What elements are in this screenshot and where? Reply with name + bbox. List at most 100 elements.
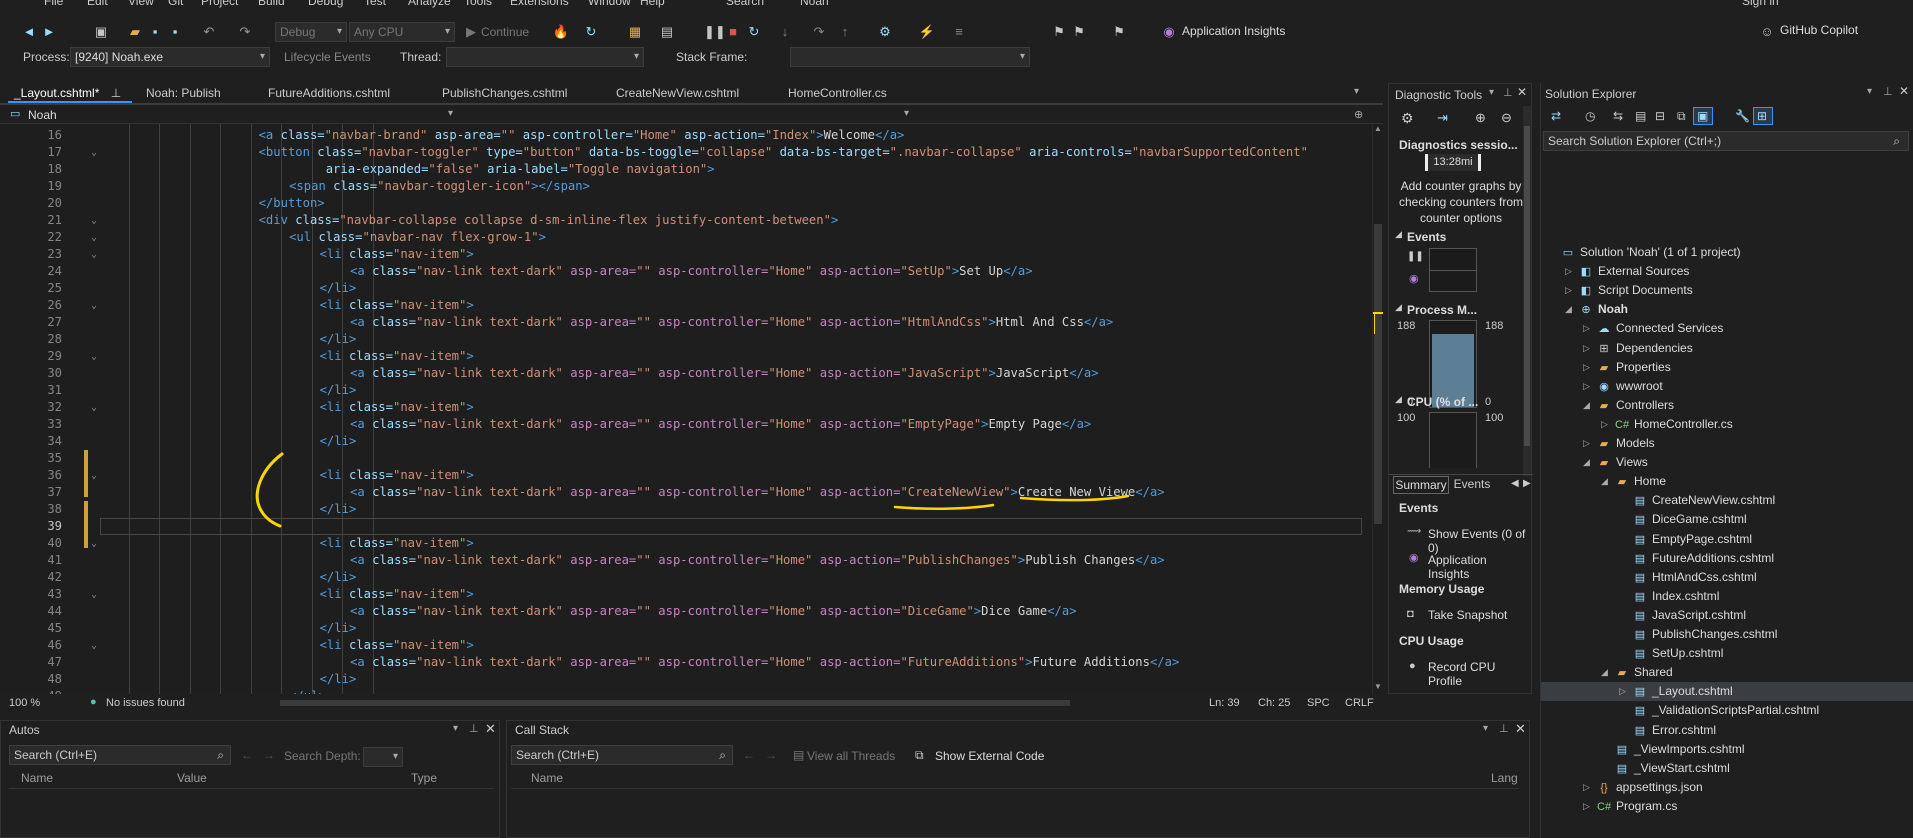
step-into-icon[interactable]: ↓ <box>776 23 794 41</box>
scroll-up-icon[interactable]: ▲ <box>1374 124 1382 133</box>
step-out-icon[interactable]: ↑ <box>836 23 854 41</box>
expand-chevron-icon[interactable]: ▷ <box>1583 778 1590 797</box>
refresh-icon[interactable]: ↻ <box>582 23 600 41</box>
callstack-back-icon[interactable]: ← <box>743 748 755 762</box>
menu-tools[interactable]: Tools <box>464 0 492 8</box>
tab-scroll-right-icon[interactable]: ▶ <box>1523 478 1531 489</box>
tab-1[interactable]: Noah: Publish <box>140 83 260 103</box>
format-icon[interactable]: ≡ <box>950 23 968 41</box>
se-filter-icon[interactable]: ⊞ <box>1757 109 1767 123</box>
split-editor-icon[interactable]: ⊕ <box>1354 108 1363 121</box>
expand-chevron-icon[interactable]: ▷ <box>1583 339 1590 358</box>
platform-select[interactable]: Any CPU <box>349 22 455 42</box>
collapse-chevron-icon[interactable]: ◢ <box>1601 472 1608 491</box>
menu-help[interactable]: Help <box>640 0 665 8</box>
show-external-code-button[interactable]: Show External Code <box>935 749 1044 763</box>
tree-item[interactable]: ▰ Home <box>1615 472 1666 491</box>
callstack-search-input[interactable]: Search (Ctrl+E) ⌕ <box>511 745 733 765</box>
diag-dropdown-icon[interactable]: ▾ <box>1489 87 1494 98</box>
tree-item[interactable]: ▤ JavaScript.cshtml <box>1633 606 1746 625</box>
col-lang[interactable]: Lang <box>1491 771 1518 785</box>
save-all-icon[interactable]: ▪ <box>166 23 184 41</box>
tree-item[interactable]: C# Program.cs <box>1597 797 1677 816</box>
line-indicator[interactable]: Ln: 39 <box>1209 697 1240 709</box>
tree-item[interactable]: ▰ Properties <box>1597 358 1671 377</box>
select-tools-icon[interactable]: ⇥ <box>1437 110 1448 126</box>
se-pin-icon[interactable]: ⊥ <box>1883 85 1893 98</box>
menu-build[interactable]: Build <box>258 0 285 8</box>
menu-edit[interactable]: Edit <box>87 0 108 8</box>
menu-extensions[interactable]: Extensions <box>510 0 569 8</box>
tree-item[interactable]: ▤ Index.cshtml <box>1633 587 1720 606</box>
record-cpu-profile-button[interactable]: Record CPU Profile <box>1428 660 1531 688</box>
se-sync-icon[interactable]: ⇆ <box>1613 109 1623 123</box>
se-refresh-icon[interactable]: ▤ <box>1635 109 1646 123</box>
expand-chevron-icon[interactable]: ▷ <box>1565 281 1572 300</box>
expand-chevron-icon[interactable]: ▷ <box>1583 797 1590 816</box>
se-history-icon[interactable]: ◷ <box>1585 109 1595 123</box>
lifecycle-events-label[interactable]: Lifecycle Events <box>284 50 371 64</box>
menu-view[interactable]: View <box>128 0 154 8</box>
redo-icon[interactable]: ↷ <box>236 23 254 41</box>
collapse-chevron-icon[interactable]: ◢ <box>1601 663 1608 682</box>
code-map-icon[interactable]: ⚡ <box>918 23 936 41</box>
tree-item[interactable]: ▤ FutureAdditions.cshtml <box>1633 549 1774 568</box>
se-show-all-icon[interactable]: ⧉ <box>1677 109 1686 124</box>
save-icon[interactable]: ▪ <box>146 23 164 41</box>
tree-item[interactable]: {} appsettings.json <box>1597 778 1702 797</box>
diag-close-icon[interactable]: ✕ <box>1517 85 1527 99</box>
tree-item[interactable]: ▤ _Layout.cshtml <box>1633 682 1733 701</box>
expand-chevron-icon[interactable]: ▷ <box>1619 682 1626 701</box>
tree-item[interactable]: ▤ _ViewStart.cshtml <box>1615 759 1730 778</box>
se-preview-icon[interactable]: ▣ <box>1697 109 1708 123</box>
tree-item[interactable]: ▤ EmptyPage.cshtml <box>1633 530 1752 549</box>
settings-gear-icon[interactable]: ⚙ <box>1401 110 1414 127</box>
show-events-link[interactable]: Show Events (0 of 0) <box>1428 527 1531 555</box>
col-value[interactable]: Value <box>177 771 207 785</box>
se-properties-icon[interactable]: 🔧 <box>1735 109 1750 123</box>
continue-label[interactable]: Continue <box>481 25 529 39</box>
session-timeline[interactable]: 13:28mi <box>1425 154 1481 171</box>
callstack-forward-icon[interactable]: → <box>765 748 777 762</box>
whitespace-indicator[interactable]: SPC <box>1307 697 1330 709</box>
col-type[interactable]: Type <box>411 771 437 785</box>
new-item-icon[interactable]: ▣ <box>92 23 110 41</box>
collapse-cpu-icon[interactable]: ◢ <box>1395 394 1402 405</box>
tab-5[interactable]: HomeController.cs <box>782 83 912 103</box>
tree-item[interactable]: ☁ Connected Services <box>1597 319 1724 338</box>
bookmark-clear-icon[interactable]: ⚑ <box>1110 23 1128 41</box>
menu-search[interactable]: Search <box>726 0 764 8</box>
column-indicator[interactable]: Ch: 25 <box>1258 697 1290 709</box>
project-select-chevron-icon[interactable]: ▾ <box>448 108 453 119</box>
editor-horizontal-scrollbar[interactable] <box>280 700 1070 706</box>
zoom-in-icon[interactable]: ⊕ <box>1475 110 1486 126</box>
autos-search-input[interactable]: Search (Ctrl+E) ⌕ <box>9 745 231 765</box>
menu-git[interactable]: Git <box>168 0 183 8</box>
menu-analyze[interactable]: Analyze <box>408 0 451 8</box>
process-select[interactable]: [9240] Noah.exe <box>70 47 270 67</box>
cpu-graph[interactable] <box>1429 412 1477 468</box>
search-forward-icon[interactable]: → <box>263 748 275 762</box>
tree-item[interactable]: ▰ Views <box>1597 453 1648 472</box>
zoom-out-icon[interactable]: ⊖ <box>1501 110 1512 126</box>
tree-item[interactable]: ▤ SetUp.cshtml <box>1633 644 1724 663</box>
expand-chevron-icon[interactable]: ▷ <box>1583 358 1590 377</box>
undo-icon[interactable]: ↶ <box>200 23 218 41</box>
diagnostics-icon[interactable]: ⚙ <box>876 23 894 41</box>
collapse-chevron-icon[interactable]: ◢ <box>1583 396 1590 415</box>
expand-chevron-icon[interactable]: ▷ <box>1583 319 1590 338</box>
member-select-chevron-icon[interactable]: ▾ <box>904 108 909 119</box>
se-switch-views-icon[interactable]: ⇄ <box>1551 109 1561 123</box>
step-over-icon[interactable]: ↷ <box>810 23 828 41</box>
collapse-chevron-icon[interactable]: ◢ <box>1565 300 1572 319</box>
tab-3[interactable]: PublishChanges.cshtml <box>436 83 608 103</box>
app-insights-label[interactable]: Application Insights <box>1182 24 1285 38</box>
sign-in-link[interactable]: Sign in <box>1742 0 1779 8</box>
callstack-pin-icon[interactable]: ⊥ <box>1499 722 1509 735</box>
callstack-close-icon[interactable]: ✕ <box>1515 721 1526 737</box>
stop-icon[interactable]: ■ <box>724 23 742 41</box>
se-dropdown-icon[interactable]: ▾ <box>1867 86 1872 97</box>
tree-item[interactable]: C# HomeController.cs <box>1615 415 1733 434</box>
events-graph[interactable] <box>1429 248 1477 292</box>
hot-reload-icon[interactable]: 🔥 <box>552 23 570 41</box>
